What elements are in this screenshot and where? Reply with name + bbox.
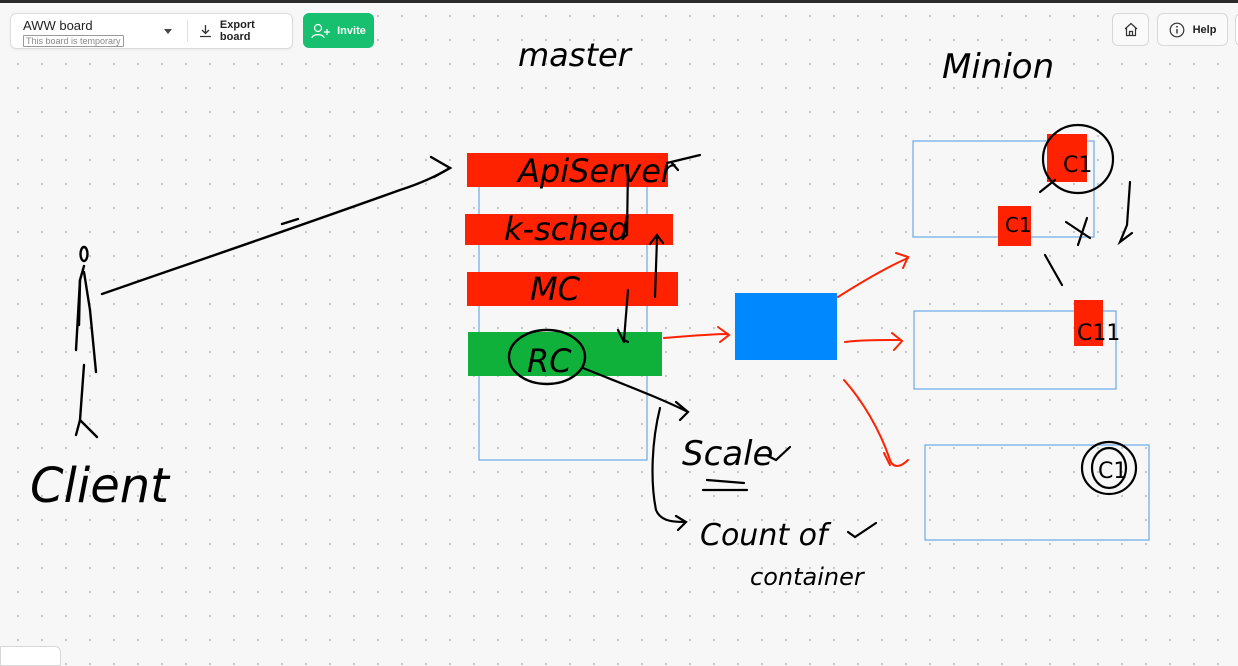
blue-block[interactable] (735, 293, 837, 360)
client-to-api-arrow[interactable] (100, 155, 453, 296)
minion-label[interactable]: Minion (942, 47, 1054, 87)
bracket-to-count[interactable] (651, 406, 688, 532)
container-c1-label-4[interactable]: C1 (1098, 459, 1127, 484)
mc-label[interactable]: MC (530, 270, 581, 308)
scale-label[interactable]: Scale (682, 434, 773, 474)
count-label[interactable]: Count of (700, 518, 832, 553)
whiteboard-canvas[interactable]: Client master Minion ApiServer k-sched M… (0, 0, 1238, 659)
api-server-label[interactable]: ApiServer (516, 152, 676, 190)
ksched-label[interactable]: k-sched (504, 210, 629, 248)
container-c1-label-2[interactable]: C1 (1005, 213, 1032, 237)
container-c1-label-3[interactable]: C11 (1077, 321, 1120, 346)
master-label[interactable]: master (518, 36, 633, 74)
container-c1-label-1[interactable]: C1 (1063, 153, 1092, 178)
client-stick-figure[interactable] (74, 245, 99, 439)
container-label[interactable]: container (750, 563, 866, 591)
client-label[interactable]: Client (30, 458, 171, 514)
rc-label[interactable]: RC (527, 342, 572, 380)
